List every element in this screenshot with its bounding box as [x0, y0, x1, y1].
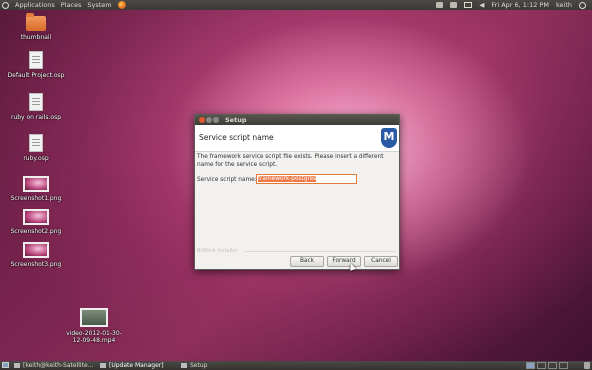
workspace-1[interactable] [526, 362, 535, 369]
desktop-icon-ruby-on-rails[interactable]: ruby on rails.osp [2, 93, 70, 121]
firefox-launcher-icon[interactable] [117, 1, 126, 9]
bottom-panel: [keith@keith-Satellite... [Update Manage… [0, 361, 592, 370]
messaging-indicator-icon[interactable] [464, 2, 473, 8]
taskbar-item-setup[interactable]: Setup [181, 361, 207, 370]
keyboard-indicator-icon[interactable] [436, 2, 444, 8]
image-icon [23, 176, 49, 192]
network-indicator-icon[interactable] [450, 2, 458, 8]
taskbar-item-label: [Update Manager] [109, 362, 164, 369]
desktop-icon-label: ruby on rails.osp [10, 114, 62, 121]
desktop-icon-ruby[interactable]: ruby.osp [12, 134, 60, 162]
desktop-icon-label: thumbnail [20, 34, 52, 41]
close-icon[interactable] [199, 117, 205, 123]
desktop-icon-default-project[interactable]: Default Project.osp [2, 51, 70, 79]
back-button[interactable]: Back [290, 256, 324, 267]
maximize-icon[interactable] [213, 117, 219, 123]
dialog-title: Setup [225, 116, 247, 124]
footer-divider [245, 251, 395, 252]
top-panel: Applications Places System ◀ Fri Apr 6, … [0, 0, 592, 10]
ubuntu-logo-icon[interactable] [2, 1, 9, 9]
menu-applications[interactable]: Applications [15, 0, 55, 10]
desktop-icon-label: Screenshot1.png [10, 195, 62, 202]
terminal-icon [14, 363, 20, 368]
folder-icon [26, 13, 46, 31]
desktop-icon-label: video-2012-01-30-12-09-48.mp4 [66, 330, 122, 344]
document-icon [29, 93, 43, 111]
trash-icon[interactable] [584, 362, 590, 369]
dialog-message: The framework service script file exists… [197, 154, 384, 168]
metasploit-logo-icon: M [381, 128, 397, 148]
desktop-icon-video[interactable]: video-2012-01-30-12-09-48.mp4 [64, 308, 124, 344]
desktop-icon-screenshot2[interactable]: Screenshot2.png [6, 209, 66, 235]
minimize-icon[interactable] [206, 117, 212, 123]
service-script-name-input[interactable]: framework-postgres [256, 174, 357, 184]
top-panel-indicators: ◀ Fri Apr 6, 1:12 PM keith [436, 0, 586, 10]
workspace-4[interactable] [559, 362, 568, 369]
installer-brand-label: BitRock Installer [197, 248, 238, 254]
document-icon [29, 51, 43, 69]
forward-button[interactable]: Forward [327, 256, 361, 267]
clock[interactable]: Fri Apr 6, 1:12 PM [491, 0, 549, 10]
desktop-icon-screenshot3[interactable]: Screenshot3.png [6, 242, 66, 268]
show-desktop-icon[interactable] [2, 362, 9, 368]
taskbar-item-terminal[interactable]: [keith@keith-Satellite... [14, 361, 93, 370]
user-menu[interactable]: keith [556, 0, 572, 10]
setup-dialog: Setup Service script name M The framewor… [194, 114, 400, 271]
workspace-3[interactable] [548, 362, 557, 369]
power-icon[interactable] [579, 1, 586, 9]
update-manager-icon [100, 363, 106, 368]
setup-icon [181, 363, 187, 368]
video-icon [80, 308, 108, 327]
desktop-icon-thumbnail[interactable]: thumbnail [12, 13, 60, 41]
service-script-label: Service script name: [197, 177, 257, 183]
cancel-button[interactable]: Cancel [364, 256, 398, 267]
menu-places[interactable]: Places [61, 0, 82, 10]
taskbar-item-label: [keith@keith-Satellite... [23, 362, 94, 369]
image-icon [23, 242, 49, 258]
volume-icon[interactable]: ◀ [479, 0, 484, 10]
taskbar-item-update-manager[interactable]: [Update Manager] [100, 361, 164, 370]
page-title: Service script name [199, 133, 274, 142]
desktop-icon-label: Screenshot3.png [10, 261, 62, 268]
menu-system[interactable]: System [87, 0, 111, 10]
workspace-2[interactable] [537, 362, 546, 369]
top-panel-menus: Applications Places System [2, 0, 126, 10]
desktop-icon-label: ruby.osp [23, 155, 49, 162]
document-icon [29, 134, 43, 152]
desktop-icon-label: Default Project.osp [7, 72, 65, 79]
image-icon [23, 209, 49, 225]
dialog-titlebar[interactable]: Setup [195, 115, 399, 125]
taskbar-item-label: Setup [190, 362, 208, 369]
desktop-icon-screenshot1[interactable]: Screenshot1.png [6, 176, 66, 202]
desktop-icon-label: Screenshot2.png [10, 228, 62, 235]
service-script-name-value: framework-postgres [258, 176, 317, 182]
dialog-header: Service script name M [195, 125, 399, 152]
